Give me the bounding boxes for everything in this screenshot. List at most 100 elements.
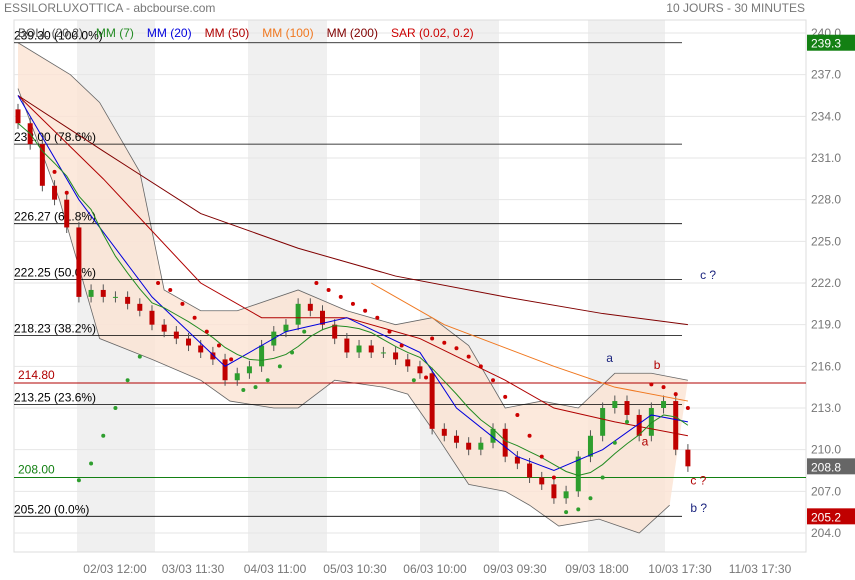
sar-dot [113, 406, 118, 411]
candle-body [685, 449, 691, 467]
chart-window: ESSILORLUXOTTICA - abcbourse.com 10 JOUR… [0, 0, 855, 580]
sar-dot [625, 419, 629, 424]
candle-body [234, 373, 240, 381]
sar-dot [478, 364, 483, 369]
candle-body [295, 303, 301, 325]
x-tick-label: 09/03 18:00 [565, 562, 629, 576]
legend-item: MM (100) [262, 26, 314, 40]
sar-dot [685, 406, 690, 411]
candle-body [417, 366, 423, 374]
candle-body [149, 310, 155, 325]
sar-dot [40, 156, 45, 161]
sar-dot [229, 357, 234, 362]
candle-body [453, 435, 459, 443]
candle-body [64, 199, 70, 228]
sar-dot [442, 340, 447, 345]
x-tick-label: 05/03 10:30 [323, 562, 387, 576]
candle-body [466, 442, 472, 450]
sar-dot [411, 378, 416, 383]
sar-dot [539, 454, 544, 459]
sar-dot [564, 510, 569, 515]
candle-body [344, 338, 350, 353]
x-tick-label: 09/03 09:30 [483, 562, 547, 576]
sar-dot [673, 392, 678, 397]
sar-dot [515, 412, 520, 417]
sar-dot [180, 301, 185, 306]
price-chart: 240.0237.0234.0231.0228.0225.0222.0219.0… [13, 19, 855, 576]
sar-dot [576, 507, 581, 512]
candle-body [429, 373, 435, 429]
x-tick-label: 03/03 11:30 [162, 562, 225, 576]
y-tick-label: 231.0 [811, 151, 841, 165]
sar-dot [600, 475, 605, 480]
candle-body [125, 296, 131, 304]
sar-dot [430, 336, 435, 341]
candle-body [76, 227, 82, 297]
sar-dot [76, 478, 81, 483]
y-tick-label: 225.0 [811, 234, 841, 248]
sar-dot [192, 315, 197, 320]
candle-body [563, 491, 569, 499]
sar-dot [326, 287, 331, 292]
sar-dot [137, 354, 142, 359]
sar-dot [424, 375, 429, 380]
fibonacci-label: 205.20 (0.0%) [14, 502, 89, 516]
candle-body [246, 366, 252, 374]
sar-dot [527, 433, 532, 438]
y-tick-label: 234.0 [811, 109, 841, 123]
wave-annotation: c ? [700, 268, 716, 282]
candle-body [502, 428, 508, 457]
sar-dot [101, 433, 106, 438]
sar-dot [363, 308, 368, 313]
candle-body [173, 331, 179, 339]
candle-body [259, 345, 265, 367]
candle-body [222, 359, 228, 381]
wave-annotation: a [606, 351, 613, 365]
candle-body [405, 359, 411, 367]
sar-dot [89, 461, 94, 466]
price-badge-label: 205.2 [811, 510, 841, 524]
x-tick-label: 04/03 11:00 [244, 562, 307, 576]
legend-item: MM (50) [204, 26, 250, 40]
fibonacci-label: 218.23 (38.2%) [14, 321, 96, 335]
fibonacci-label: 222.25 (50.0%) [14, 266, 96, 280]
candle-body [137, 303, 143, 311]
sar-dot [64, 190, 69, 195]
sar-dot [125, 378, 130, 383]
y-tick-label: 222.0 [811, 276, 841, 290]
wave-annotation: b [654, 358, 661, 372]
price-badge-label: 239.3 [811, 37, 841, 51]
sar-dot [466, 354, 471, 359]
x-tick-label: 10/03 17:30 [648, 562, 712, 576]
sar-dot [375, 315, 380, 320]
candle-body [441, 428, 447, 436]
fibonacci-label: 213.25 (23.6%) [14, 391, 96, 405]
sar-dot [204, 329, 209, 334]
sar-dot [302, 329, 307, 334]
sar-dot [588, 496, 593, 501]
candle-body [88, 289, 94, 297]
candle-body [307, 303, 313, 311]
sar-dot [241, 387, 246, 392]
candle-body [661, 401, 667, 409]
candle-body [600, 408, 606, 436]
legend-item: SAR (0.02, 0.2) [390, 26, 474, 40]
candle-body [393, 352, 399, 360]
x-tick-label: 02/03 12:00 [83, 562, 147, 576]
sar-dot [387, 329, 392, 334]
candle-body [15, 109, 21, 124]
candle-body [624, 401, 630, 415]
candle-body [551, 484, 557, 499]
sar-dot [350, 301, 355, 306]
sar-dot [454, 346, 459, 351]
level-label: 208.00 [18, 462, 55, 476]
sar-dot [661, 385, 666, 390]
sar-dot [277, 364, 282, 369]
y-tick-label: 228.0 [811, 193, 841, 207]
sar-dot [338, 294, 343, 299]
y-tick-label: 210.0 [811, 443, 841, 457]
candle-body [161, 324, 167, 332]
candle-body [612, 401, 618, 409]
candle-body [575, 456, 581, 492]
candle-body [368, 345, 374, 353]
